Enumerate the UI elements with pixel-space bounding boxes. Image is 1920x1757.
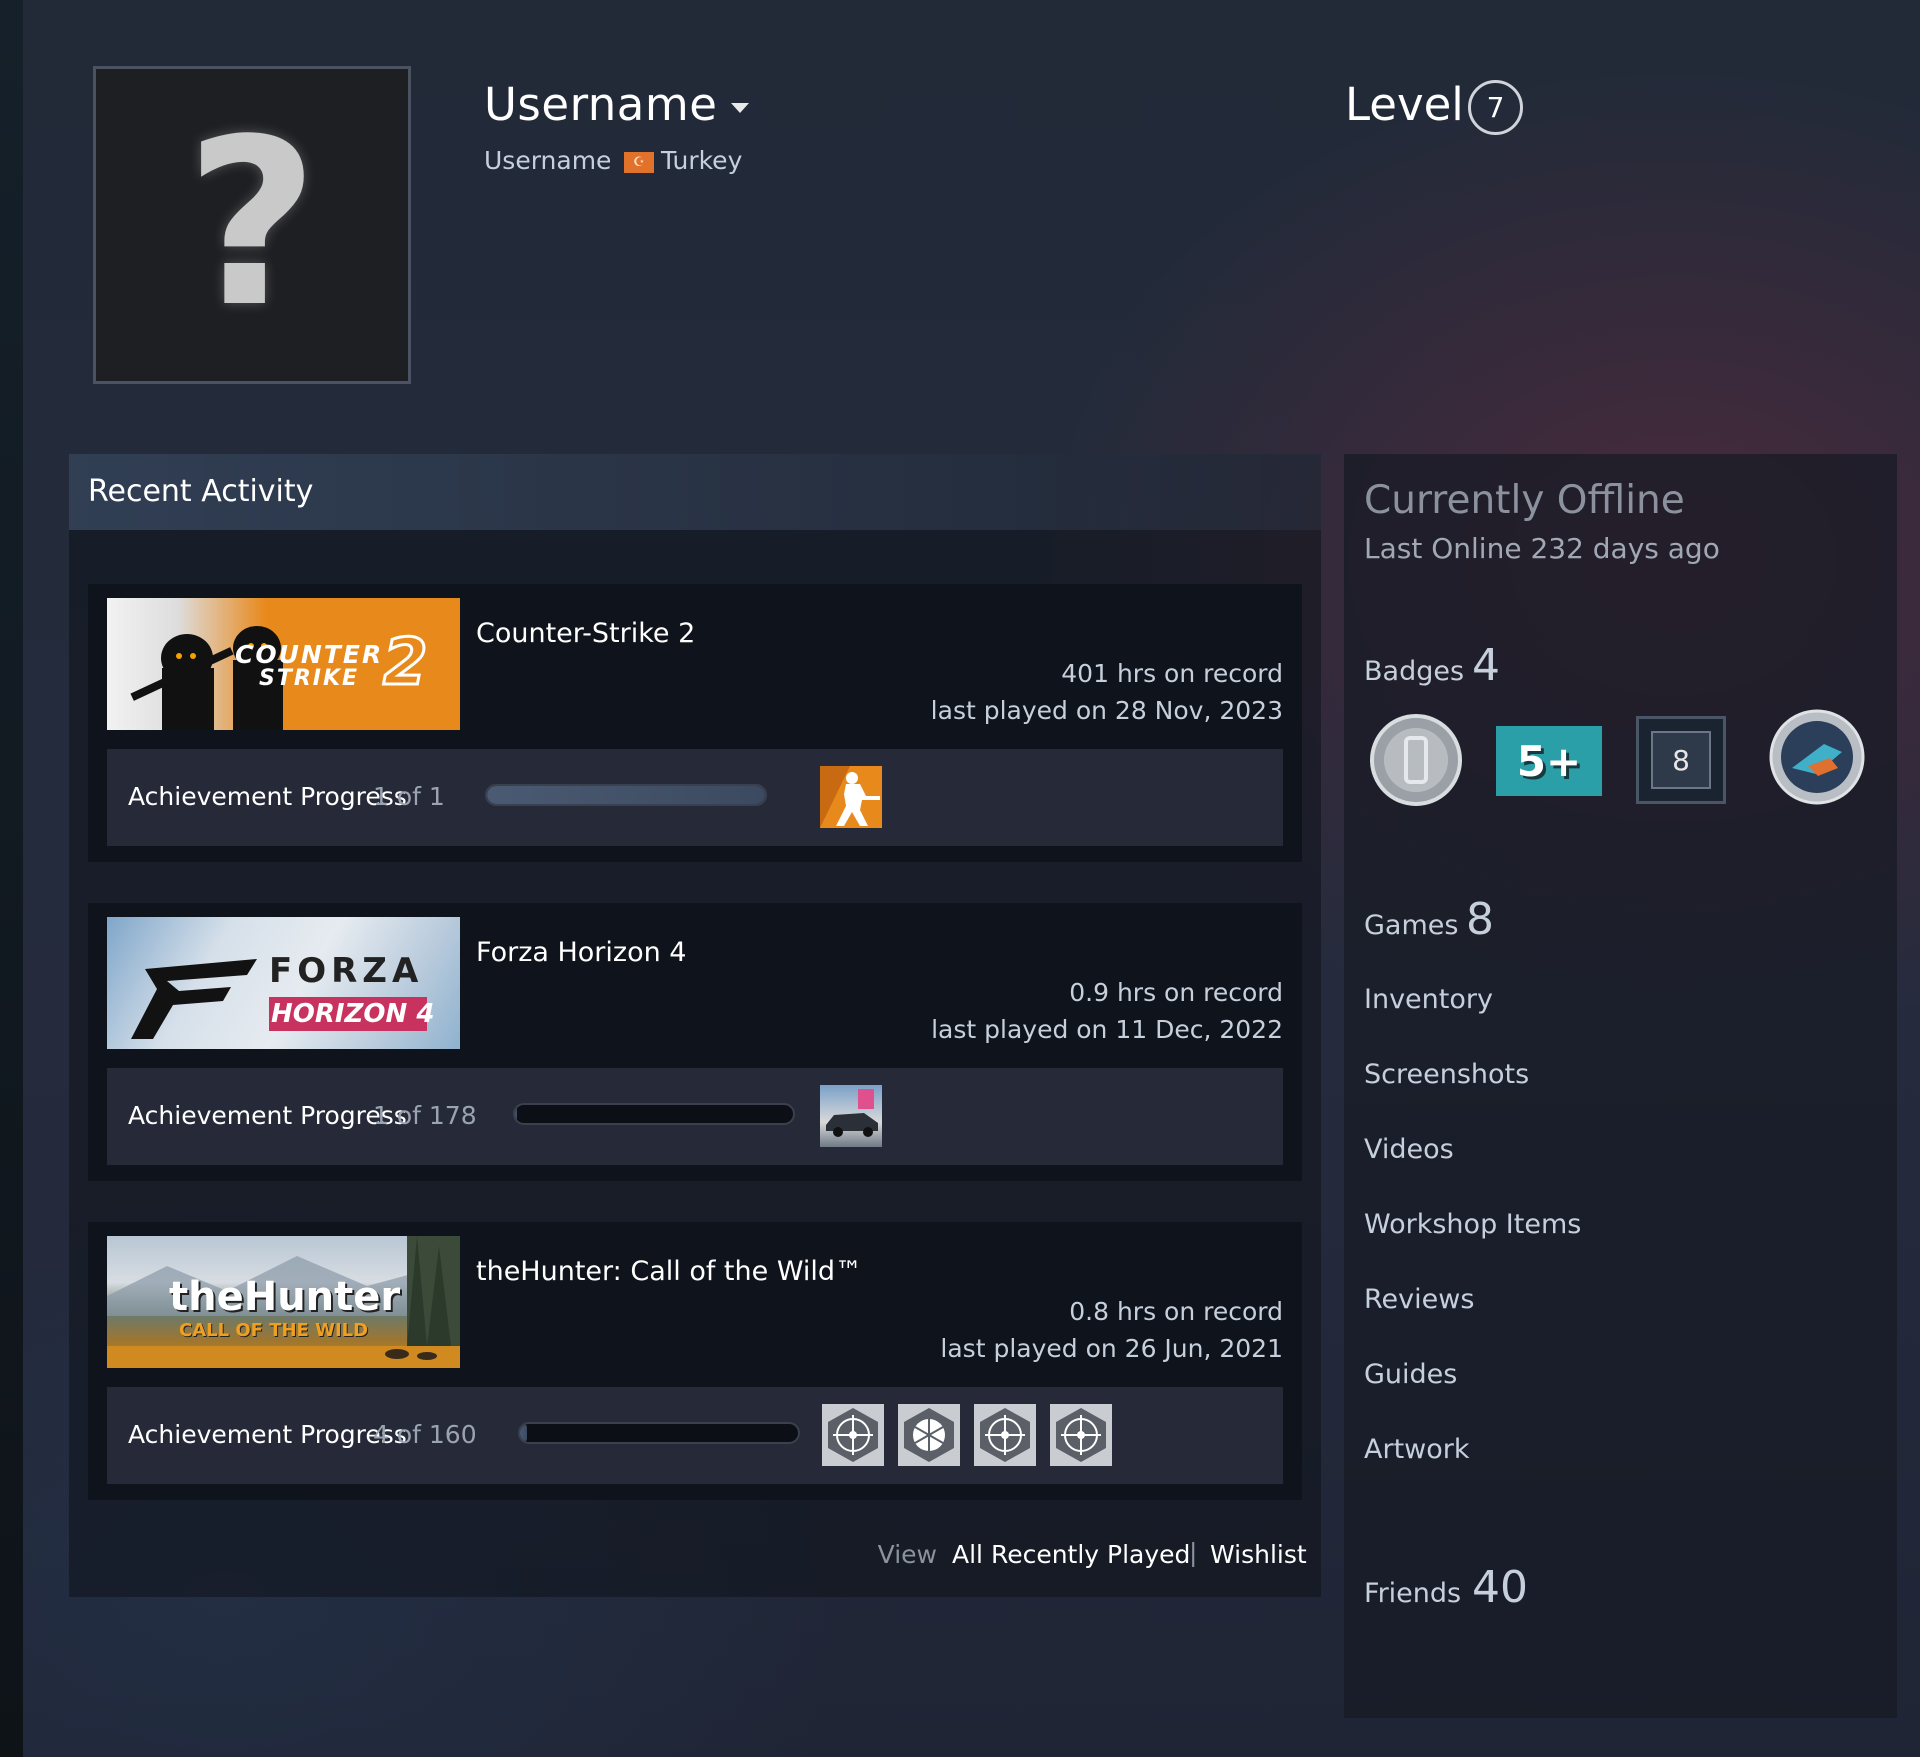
achievement-count: 1 of 1: [373, 782, 445, 811]
achievement-count: 1 of 178: [373, 1101, 477, 1130]
friends-label[interactable]: Friends: [1364, 1578, 1461, 1609]
last-played: last played on 26 Jun, 2021: [940, 1334, 1283, 1363]
reviews-link[interactable]: Reviews: [1364, 1284, 1474, 1315]
badge-8-number: 8: [1651, 731, 1711, 789]
level-label: Level: [1345, 78, 1464, 131]
artwork-link[interactable]: Artwork: [1364, 1434, 1470, 1465]
achievement-progress-row[interactable]: Achievement Progress 4 of 160: [107, 1387, 1283, 1484]
achievement-progress-bar: [513, 1103, 795, 1125]
inventory-link[interactable]: Inventory: [1364, 984, 1493, 1015]
level-badge[interactable]: 7: [1468, 80, 1523, 135]
forza-horizon-4-banner[interactable]: FORZA HORIZON 4: [107, 917, 460, 1049]
cs-achievement-icon[interactable]: [820, 766, 882, 828]
screenshots-link[interactable]: Screenshots: [1364, 1059, 1529, 1090]
cs2-logo-strike: STRIKE: [259, 666, 360, 691]
cs-soldier-silhouette-icon: [820, 766, 882, 828]
all-recently-played-link[interactable]: All Recently Played: [952, 1540, 1190, 1569]
crosshair-achievement-icon[interactable]: [974, 1404, 1036, 1466]
chevron-down-icon[interactable]: [731, 103, 750, 113]
achievement-progress-fill: [515, 1105, 517, 1123]
guides-link[interactable]: Guides: [1364, 1359, 1457, 1390]
game-title[interactable]: Counter-Strike 2: [476, 618, 695, 649]
last-played: last played on 28 Nov, 2023: [930, 696, 1283, 725]
last-online: Last Online 232 days ago: [1364, 532, 1720, 565]
profile-sidebar: Currently Offline Last Online 232 days a…: [1344, 454, 1897, 1718]
crosshair-achievement-icon[interactable]: [1050, 1404, 1112, 1466]
view-label: View: [877, 1540, 937, 1569]
avatar[interactable]: ?: [93, 66, 411, 384]
achievement-progress-label: Achievement Progress: [128, 1101, 407, 1130]
recent-activity-header: Recent Activity: [69, 454, 1321, 530]
recent-activity-panel: Recent Activity COUNTER STRIKE 2 Counter…: [69, 454, 1321, 1597]
left-edge-strip: [0, 0, 23, 1757]
cs2-logo-counter: COUNTER: [235, 640, 384, 669]
profile-page: ? Username Username ☪ Turkey Level 7 Rec…: [23, 0, 1920, 1757]
videos-link[interactable]: Videos: [1364, 1134, 1454, 1165]
game-title[interactable]: theHunter: Call of the Wild™: [476, 1256, 862, 1287]
cs2-logo-2: 2: [382, 625, 430, 702]
achievement-progress-row[interactable]: Achievement Progress 1 of 1: [107, 749, 1283, 846]
games-count[interactable]: 8: [1466, 894, 1494, 945]
game-title[interactable]: Forza Horizon 4: [476, 937, 686, 968]
online-status: Currently Offline: [1364, 478, 1685, 523]
achievement-progress-row[interactable]: Achievement Progress 1 of 178: [107, 1068, 1283, 1165]
username-text: Username: [484, 78, 718, 131]
forza-logo-text: FORZA: [269, 951, 424, 991]
games-label[interactable]: Games: [1364, 910, 1458, 941]
workshop-items-link[interactable]: Workshop Items: [1364, 1209, 1581, 1240]
last-played: last played on 11 Dec, 2022: [931, 1015, 1283, 1044]
unknown-avatar-icon: ?: [185, 91, 319, 358]
real-name: Username: [484, 146, 612, 175]
game-card-thehunter: theHunter CALL OF THE WILD theHunter: Ca…: [88, 1222, 1302, 1500]
call-of-the-wild-logo-text: CALL OF THE WILD: [179, 1320, 369, 1341]
hours-on-record: 401 hrs on record: [1061, 659, 1283, 688]
badges-label[interactable]: Badges: [1364, 656, 1464, 687]
friends-count[interactable]: 40: [1472, 1562, 1528, 1613]
username-heading[interactable]: Username: [484, 78, 750, 131]
snowflake-achievement-icon[interactable]: [898, 1404, 960, 1466]
achievement-progress-bar: [518, 1422, 800, 1444]
horizon-4-logo-text: HORIZON 4: [271, 999, 435, 1029]
game-card-counter-strike-2: COUNTER STRIKE 2 Counter-Strike 2 401 hr…: [88, 584, 1302, 862]
hours-on-record: 0.8 hrs on record: [1069, 1297, 1283, 1326]
wishlist-link[interactable]: Wishlist: [1210, 1540, 1307, 1569]
car-icon: [826, 1089, 878, 1137]
turkey-flag-icon: ☪: [624, 152, 654, 173]
recent-activity-title: Recent Activity: [88, 474, 314, 509]
years-of-service-5plus-badge[interactable]: 5+: [1496, 726, 1602, 796]
silver-coin-badge-icon[interactable]: [1368, 712, 1464, 812]
achievement-progress-label: Achievement Progress: [128, 1420, 407, 1449]
country-name: Turkey: [661, 146, 743, 175]
achievement-progress-fill: [520, 1424, 527, 1442]
achievement-count: 4 of 160: [373, 1420, 477, 1449]
achievement-progress-bar: [485, 784, 767, 806]
thehunter-banner[interactable]: theHunter CALL OF THE WILD: [107, 1236, 460, 1368]
hours-on-record: 0.9 hrs on record: [1069, 978, 1283, 1007]
counter-strike-2-banner[interactable]: COUNTER STRIKE 2: [107, 598, 460, 730]
thehunter-logo-text: theHunter: [169, 1274, 401, 1320]
crosshair-achievement-icon[interactable]: [822, 1404, 884, 1466]
game-card-forza-horizon-4: FORZA HORIZON 4 Forza Horizon 4 0.9 hrs …: [88, 903, 1302, 1181]
badges-count[interactable]: 4: [1472, 640, 1500, 691]
achievement-progress-fill: [487, 786, 765, 804]
space-porthole-badge-icon[interactable]: [1768, 708, 1866, 810]
game-collector-8-badge[interactable]: 8: [1636, 716, 1726, 804]
link-separator: |: [1189, 1538, 1198, 1567]
achievement-progress-label: Achievement Progress: [128, 782, 407, 811]
forza-car-achievement-icon[interactable]: [820, 1085, 882, 1147]
